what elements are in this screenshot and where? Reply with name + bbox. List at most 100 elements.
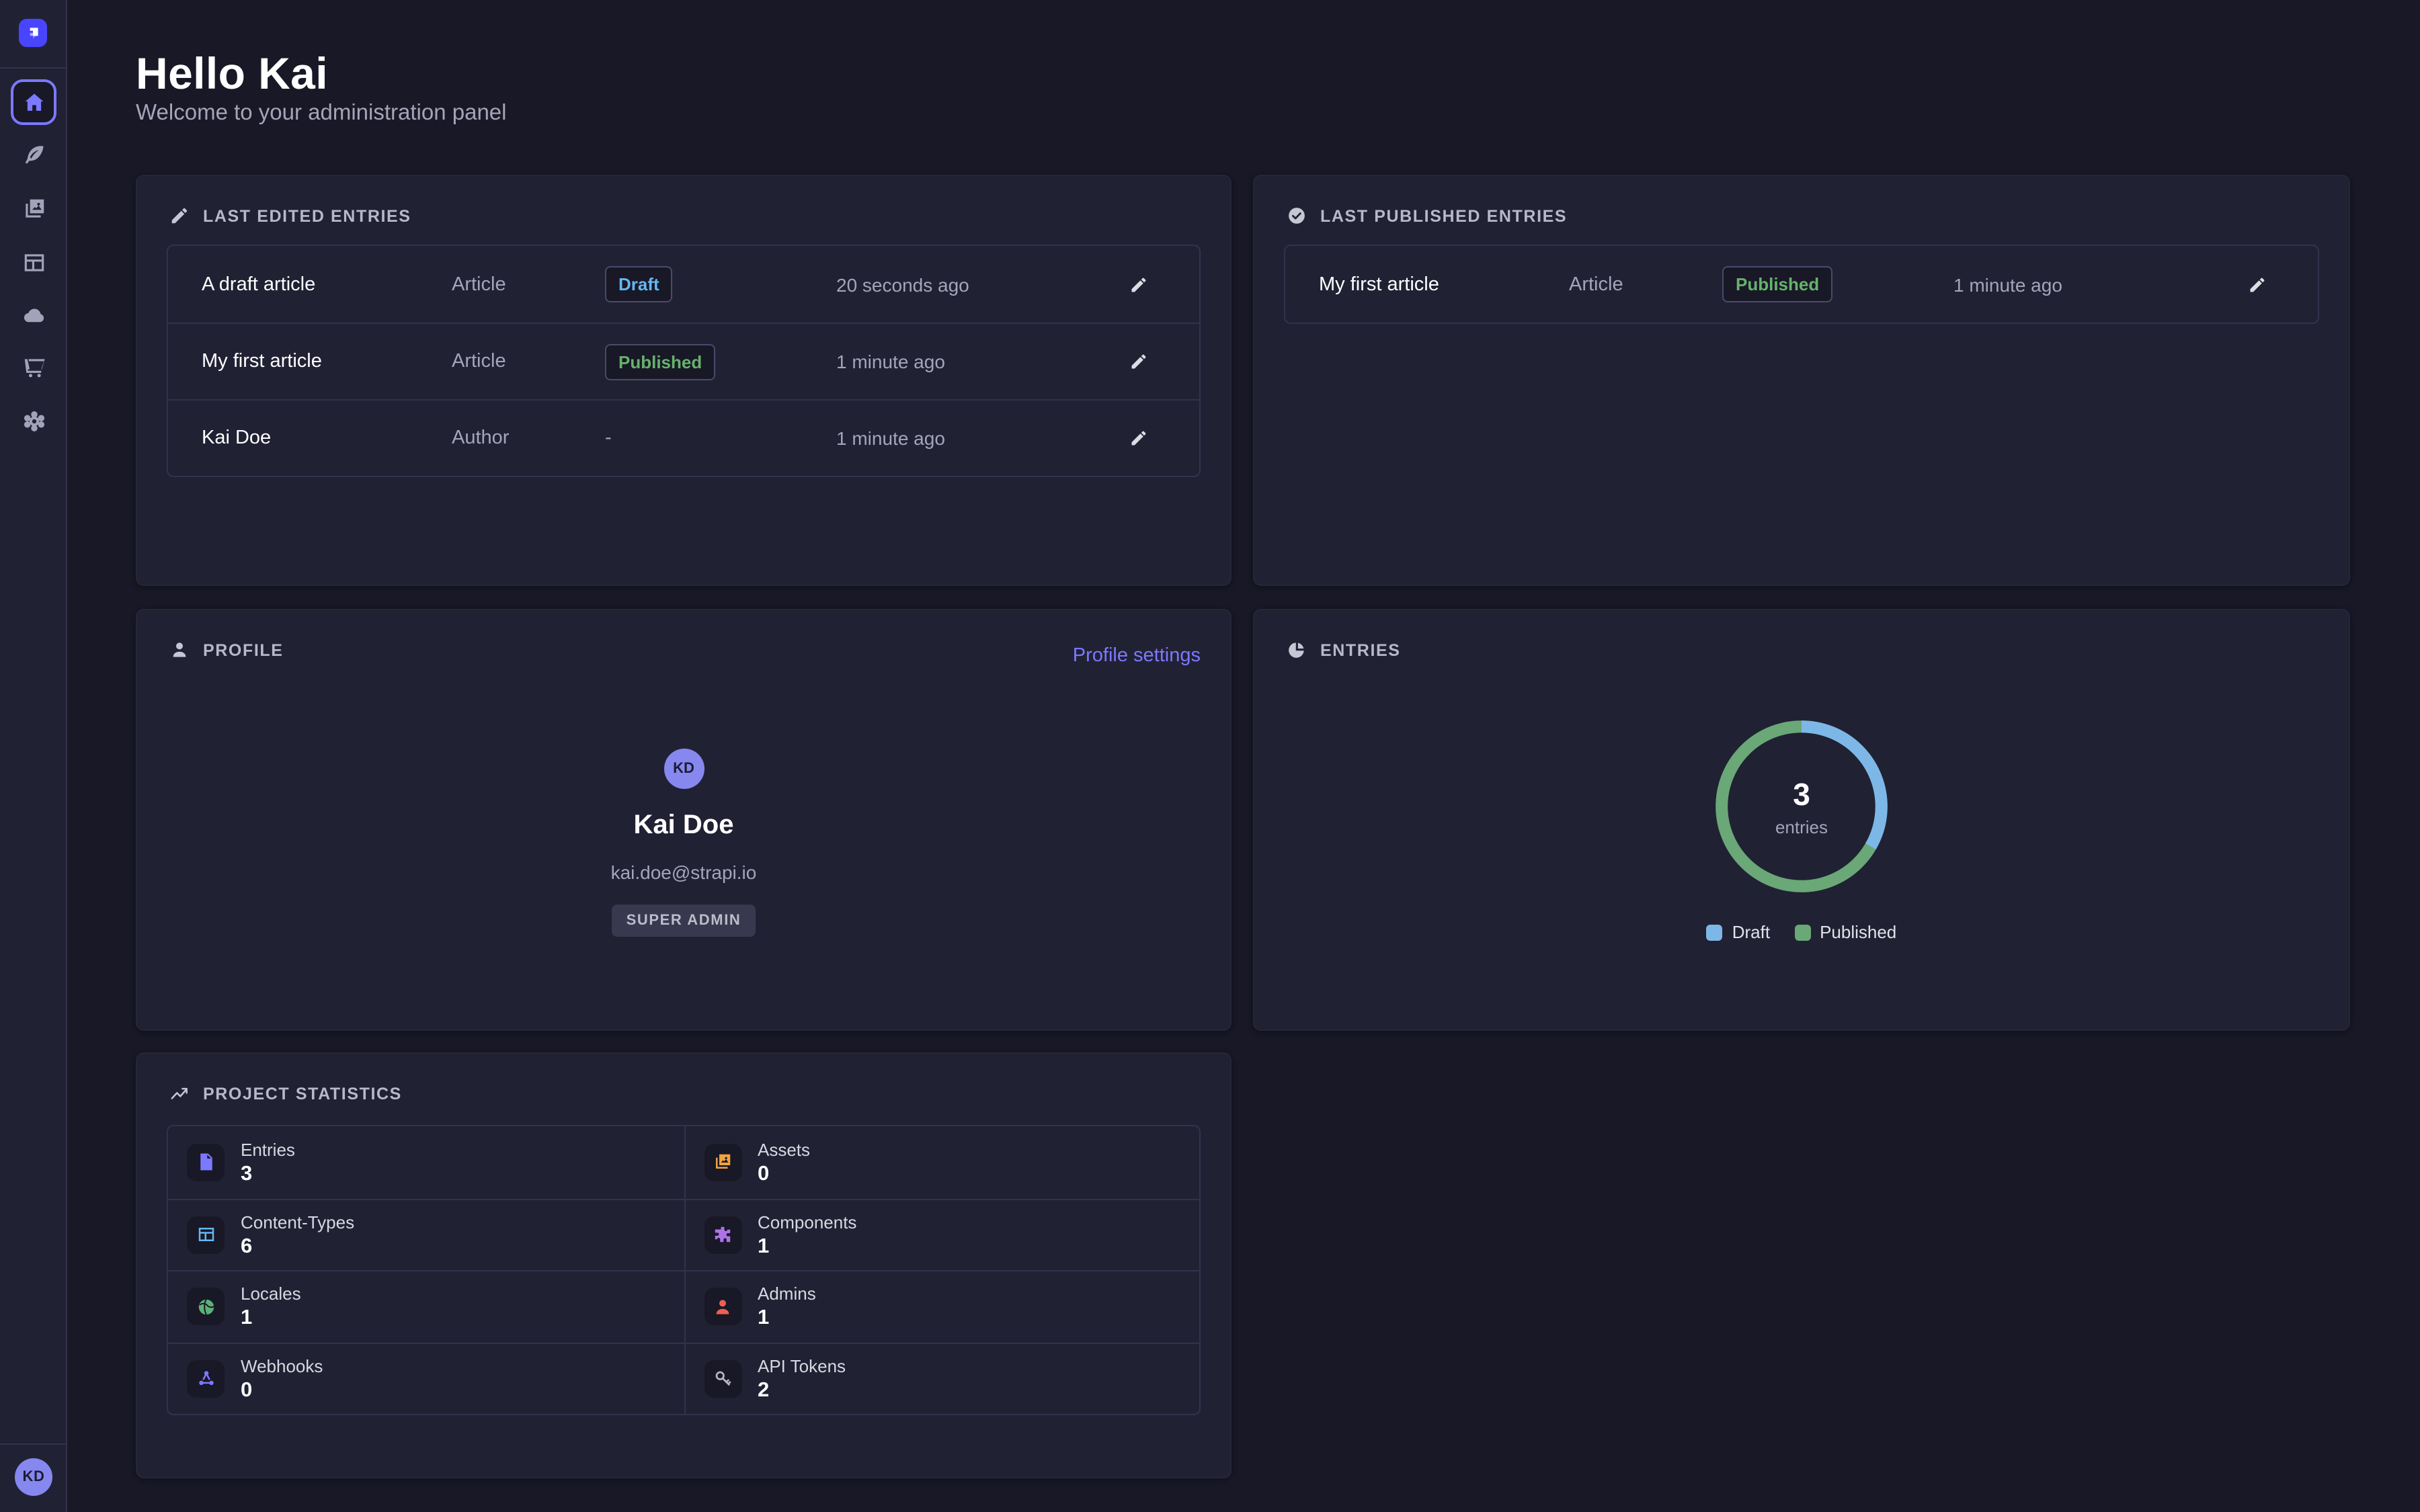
pie-chart-icon xyxy=(1287,640,1307,660)
file-icon xyxy=(196,1152,216,1173)
pencil-icon xyxy=(1129,352,1148,371)
draft-swatch xyxy=(1707,924,1723,940)
feather-content-manager-icon xyxy=(21,142,46,167)
legend-item-draft: Draft xyxy=(1707,922,1770,942)
panel-title: LAST EDITED ENTRIES xyxy=(203,206,411,225)
table-row: My first article Article Published 1 min… xyxy=(168,323,1199,399)
sidebar-divider xyxy=(0,67,66,69)
status-empty: - xyxy=(605,427,836,449)
stat-label: Admins xyxy=(758,1284,816,1304)
chart-legend: Draft Published xyxy=(1707,922,1897,942)
home-icon xyxy=(21,89,46,115)
stat-admins: Admins 1 xyxy=(684,1270,1199,1342)
sidebar-item-content-type-builder[interactable] xyxy=(0,239,67,285)
settings-gear-icon xyxy=(21,408,46,433)
sidebar-item-media-library[interactable] xyxy=(0,185,67,231)
stat-label: Assets xyxy=(758,1140,810,1160)
sidebar-bottom-divider xyxy=(0,1443,66,1445)
last-edited-table: A draft article Article Draft 20 seconds… xyxy=(167,245,1201,477)
legend-label: Published xyxy=(1820,922,1896,942)
entry-time: 1 minute ago xyxy=(836,427,1119,449)
entry-name: My first article xyxy=(1319,274,1569,295)
trending-up-icon xyxy=(169,1083,190,1103)
role-badge: SUPER ADMIN xyxy=(612,905,756,937)
stat-value: 1 xyxy=(758,1235,769,1258)
entries-chart: 3 entries Draft Published xyxy=(1254,710,2349,942)
entry-name: My first article xyxy=(202,351,452,372)
stat-value: 0 xyxy=(758,1163,769,1185)
stat-value: 3 xyxy=(241,1163,252,1185)
stat-webhooks: Webhooks 0 xyxy=(168,1342,684,1414)
donut-center: 3 entries xyxy=(1705,710,1898,903)
edit-entry-button[interactable] xyxy=(1119,418,1159,458)
strapi-logo[interactable] xyxy=(19,19,47,47)
status-badge: Draft xyxy=(605,266,673,302)
sidebar-item-settings[interactable] xyxy=(0,398,67,444)
layout-icon xyxy=(196,1225,216,1245)
images-icon xyxy=(713,1152,733,1173)
stat-content-types: Content-Types 6 xyxy=(168,1198,684,1270)
puzzle-icon xyxy=(713,1225,733,1245)
entry-name: A draft article xyxy=(202,274,452,295)
profile-settings-link[interactable]: Profile settings xyxy=(1073,645,1201,667)
edit-entry-button[interactable] xyxy=(1119,264,1159,304)
project-statistics-panel: PROJECT STATISTICS Entries 3 Assets 0 Co… xyxy=(136,1052,1232,1478)
stats-grid: Entries 3 Assets 0 Content-Types 6 Compo… xyxy=(167,1125,1201,1415)
stat-locales: Locales 1 xyxy=(168,1270,684,1342)
sidebar-item-home[interactable] xyxy=(11,79,56,125)
profile-name: Kai Doe xyxy=(137,810,1230,841)
last-published-entries-panel: LAST PUBLISHED ENTRIES My first article … xyxy=(1253,175,2350,586)
page-title: Hello Kai xyxy=(136,48,328,99)
profile-panel: PROFILE Profile settings KD Kai Doe kai.… xyxy=(136,609,1232,1031)
panel-header: PROJECT STATISTICS xyxy=(169,1083,402,1103)
entries-count: 3 xyxy=(1793,776,1810,812)
table-row: Kai Doe Author - 1 minute ago xyxy=(168,399,1199,476)
stat-label: Locales xyxy=(241,1284,301,1304)
published-swatch xyxy=(1794,924,1810,940)
check-circle-icon xyxy=(1287,206,1307,226)
stat-value: 1 xyxy=(241,1307,252,1330)
sidebar-item-content-manager[interactable] xyxy=(0,132,67,177)
status-badge: Published xyxy=(605,343,715,380)
stat-label: Entries xyxy=(241,1140,295,1160)
content-type-builder-icon xyxy=(21,249,46,275)
stat-api-tokens: API Tokens 2 xyxy=(684,1342,1199,1414)
stat-assets: Assets 0 xyxy=(684,1126,1199,1198)
stat-entries: Entries 3 xyxy=(168,1126,684,1198)
person-icon xyxy=(713,1297,733,1317)
globe-icon xyxy=(196,1297,216,1317)
profile-body: KD Kai Doe kai.doe@strapi.io SUPER ADMIN xyxy=(137,749,1230,937)
edit-entry-button[interactable] xyxy=(1119,341,1159,382)
panel-header: PROFILE xyxy=(169,640,284,660)
panel-header: ENTRIES xyxy=(1287,640,1401,660)
key-icon xyxy=(713,1369,733,1389)
media-library-icon xyxy=(21,196,46,221)
stat-value: 2 xyxy=(758,1379,769,1402)
stat-value: 6 xyxy=(241,1235,252,1258)
sidebar-item-marketplace[interactable] xyxy=(0,344,67,390)
user-avatar[interactable]: KD xyxy=(15,1458,52,1496)
stat-value: 1 xyxy=(758,1307,769,1330)
sidebar-item-deploy[interactable] xyxy=(0,292,67,337)
entry-type: Article xyxy=(1569,274,1722,295)
entries-panel: ENTRIES 3 entries Draft xyxy=(1253,609,2350,1031)
page-subtitle: Welcome to your administration panel xyxy=(136,101,507,126)
last-published-table: My first article Article Published 1 min… xyxy=(1284,245,2319,324)
pencil-icon xyxy=(1129,429,1148,448)
pencil-icon xyxy=(2248,275,2267,294)
entries-count-label: entries xyxy=(1775,816,1828,837)
stat-label: API Tokens xyxy=(758,1356,846,1376)
cloud-deploy-icon xyxy=(21,302,46,327)
panel-header: LAST EDITED ENTRIES xyxy=(169,206,411,226)
entry-type: Article xyxy=(452,351,605,372)
edit-entry-button[interactable] xyxy=(2237,264,2277,304)
last-edited-entries-panel: LAST EDITED ENTRIES A draft article Arti… xyxy=(136,175,1232,586)
panel-title: PROJECT STATISTICS xyxy=(203,1084,402,1103)
sidebar: KD xyxy=(0,0,67,1512)
panel-title: LAST PUBLISHED ENTRIES xyxy=(1320,206,1567,225)
marketplace-cart-icon xyxy=(21,354,46,380)
entry-name: Kai Doe xyxy=(202,427,452,449)
table-row: A draft article Article Draft 20 seconds… xyxy=(168,246,1199,323)
entry-type: Article xyxy=(452,274,605,295)
panel-title: PROFILE xyxy=(203,640,284,659)
